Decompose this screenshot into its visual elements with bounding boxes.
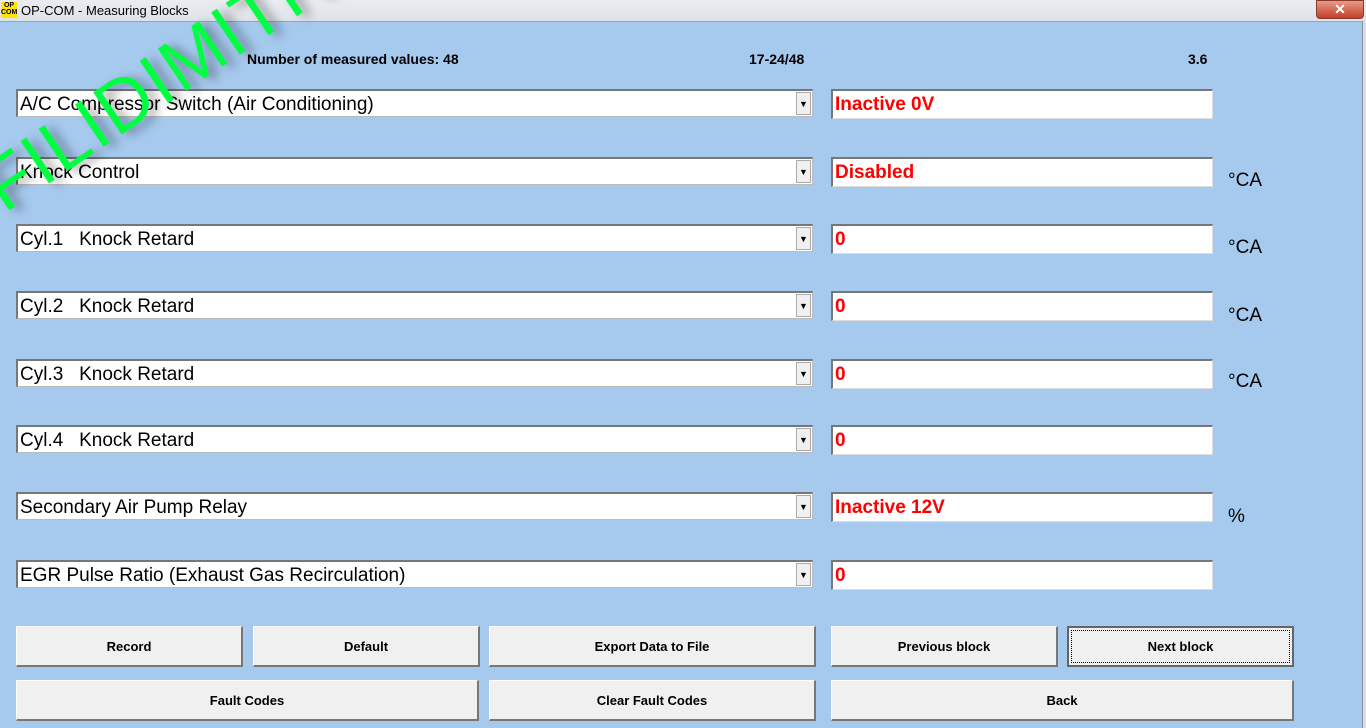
title-bar: OP COM OP-COM - Measuring Blocks ✕: [0, 0, 1366, 22]
window-border: [1362, 21, 1366, 728]
measurement-select[interactable]: EGR Pulse Ratio (Exhaust Gas Recirculati…: [16, 560, 813, 588]
measurement-value: 0: [831, 425, 1213, 455]
value-text: 0: [835, 430, 846, 451]
previous-block-button[interactable]: Previous block: [831, 626, 1058, 667]
measurement-select[interactable]: Knock Control ▼: [16, 157, 813, 185]
chevron-down-icon[interactable]: ▼: [796, 495, 811, 518]
measurement-unit: °CA: [1228, 371, 1262, 392]
measurement-value: Inactive 12V: [831, 492, 1213, 522]
measurement-select[interactable]: Cyl.3 Knock Retard ▼: [16, 359, 813, 387]
app-icon: OP COM: [1, 2, 18, 18]
value-text: 0: [835, 364, 846, 385]
measurement-value: 0: [831, 224, 1213, 254]
value-text: Inactive 12V: [835, 497, 945, 518]
measurement-name: EGR Pulse Ratio (Exhaust Gas Recirculati…: [20, 565, 406, 586]
value-text: 0: [835, 296, 846, 317]
chevron-down-icon[interactable]: ▼: [796, 563, 811, 586]
measurement-name: Secondary Air Pump Relay: [20, 497, 248, 518]
fault-codes-button[interactable]: Fault Codes: [16, 680, 479, 721]
record-button[interactable]: Record: [16, 626, 243, 667]
next-block-button[interactable]: Next block: [1067, 626, 1294, 667]
measurement-select[interactable]: Cyl.2 Knock Retard ▼: [16, 291, 813, 319]
measurement-value: 0: [831, 560, 1213, 590]
value-text: 0: [835, 229, 846, 250]
chevron-down-icon[interactable]: ▼: [796, 362, 811, 385]
measurement-select[interactable]: A/C Compressor Switch (Air Conditioning)…: [16, 89, 813, 117]
measurement-value: Inactive 0V: [831, 89, 1213, 119]
chevron-down-icon[interactable]: ▼: [796, 92, 811, 115]
chevron-down-icon[interactable]: ▼: [796, 294, 811, 317]
measured-values-count: Number of measured values: 48: [247, 51, 459, 67]
measurement-name: Cyl.1 Knock Retard: [20, 229, 195, 250]
measurement-select[interactable]: Cyl.1 Knock Retard ▼: [16, 224, 813, 252]
export-data-button[interactable]: Export Data to File: [489, 626, 816, 667]
default-button[interactable]: Default: [253, 626, 480, 667]
measurement-unit: %: [1228, 506, 1245, 527]
chevron-down-icon[interactable]: ▼: [796, 428, 811, 451]
measurement-value: 0: [831, 359, 1213, 389]
value-text: Inactive 0V: [835, 94, 935, 115]
back-button[interactable]: Back: [831, 680, 1294, 721]
measurement-name: Cyl.4 Knock Retard: [20, 430, 195, 451]
block-range: 17-24/48: [749, 51, 805, 67]
measurement-unit: °CA: [1228, 305, 1262, 326]
chevron-down-icon[interactable]: ▼: [796, 160, 811, 183]
value-text: 0: [835, 565, 846, 586]
chevron-down-icon[interactable]: ▼: [796, 227, 811, 250]
measurement-name: Cyl.3 Knock Retard: [20, 364, 195, 385]
value-text: Disabled: [835, 162, 915, 183]
measurement-name: A/C Compressor Switch (Air Conditioning): [20, 94, 374, 115]
measurement-unit: °CA: [1228, 237, 1262, 258]
measurement-select[interactable]: Secondary Air Pump Relay ▼: [16, 492, 813, 520]
clear-fault-codes-button[interactable]: Clear Fault Codes: [489, 680, 816, 721]
measurement-select[interactable]: Cyl.4 Knock Retard ▼: [16, 425, 813, 453]
measurement-value: Disabled: [831, 157, 1213, 187]
measurement-name: Knock Control: [20, 162, 140, 183]
measurement-name: Cyl.2 Knock Retard: [20, 296, 195, 317]
close-icon[interactable]: ✕: [1316, 0, 1364, 19]
window-title: OP-COM - Measuring Blocks: [21, 3, 189, 18]
version-label: 3.6: [1188, 51, 1208, 67]
measurement-value: 0: [831, 291, 1213, 321]
measurement-unit: °CA: [1228, 170, 1262, 191]
